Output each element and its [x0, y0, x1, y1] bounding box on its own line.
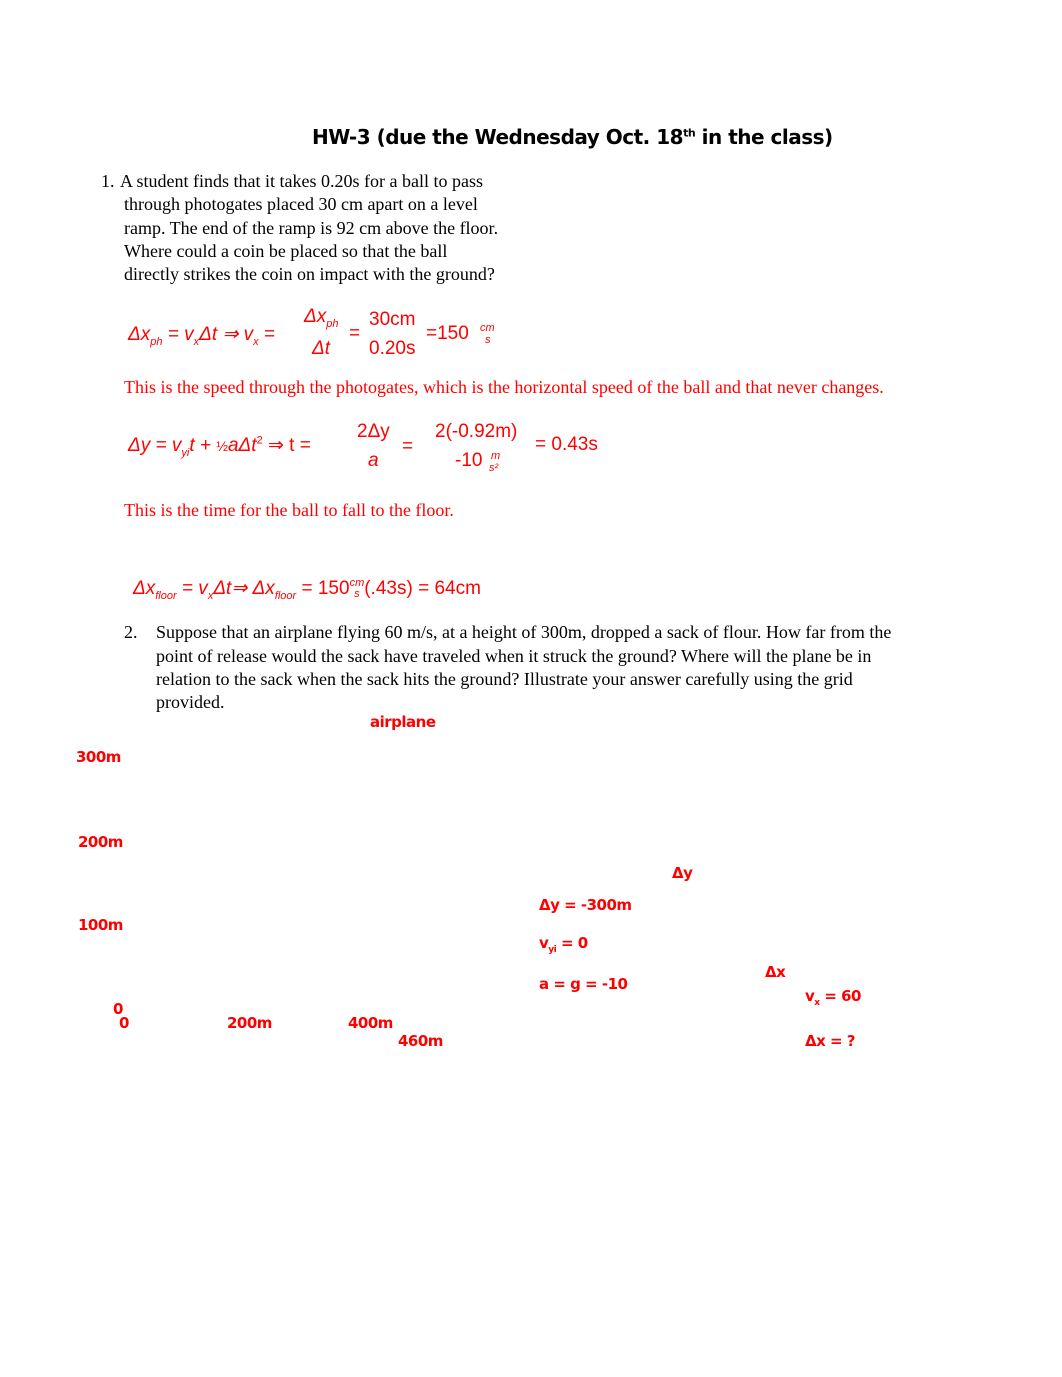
x-label: 460m — [398, 1032, 443, 1050]
question-1-line: directly strikes the coin on impact with… — [124, 264, 495, 284]
airplane-label: airplane — [370, 713, 436, 731]
time-explanation: This is the time for the ball to fall to… — [124, 500, 454, 520]
question-2-line: relation to the sack when the sack hits … — [156, 669, 853, 689]
question-2-line: point of release would the sack have tra… — [156, 646, 872, 666]
question-2-number: 2. — [124, 622, 138, 642]
question-2-line: Suppose that an airplane flying 60 m/s, … — [156, 622, 892, 642]
x-label: 200m — [227, 1014, 272, 1032]
page-title: HW-3 (due the Wednesday Oct. 18th in the… — [312, 125, 833, 149]
question-1-line: through photogates placed 30 cm apart on… — [124, 194, 478, 214]
equation-floor-distance: Δxfloor = vxΔt⇒ Δxfloor = 150cm s (.43s) =… — [133, 576, 481, 602]
y-label: 300m — [76, 748, 121, 766]
question-1-number: 1. — [101, 171, 115, 191]
question-1-line: Where could a coin be placed so that the… — [124, 241, 448, 261]
document-page: HW-3 (due the Wednesday Oct. 18th in the… — [0, 0, 1062, 1377]
y-label: 100m — [78, 916, 123, 934]
question-1-line: A student finds that it takes 0.20s for … — [120, 171, 483, 191]
x-label: 400m — [348, 1014, 393, 1032]
speed-explanation: This is the speed through the photogates… — [124, 377, 884, 397]
y-label: 200m — [78, 833, 123, 851]
question-2-line: provided. — [156, 692, 225, 712]
x-label: 0 — [119, 1014, 129, 1032]
question-1-line: ramp. The end of the ramp is 92 cm above… — [124, 218, 499, 238]
